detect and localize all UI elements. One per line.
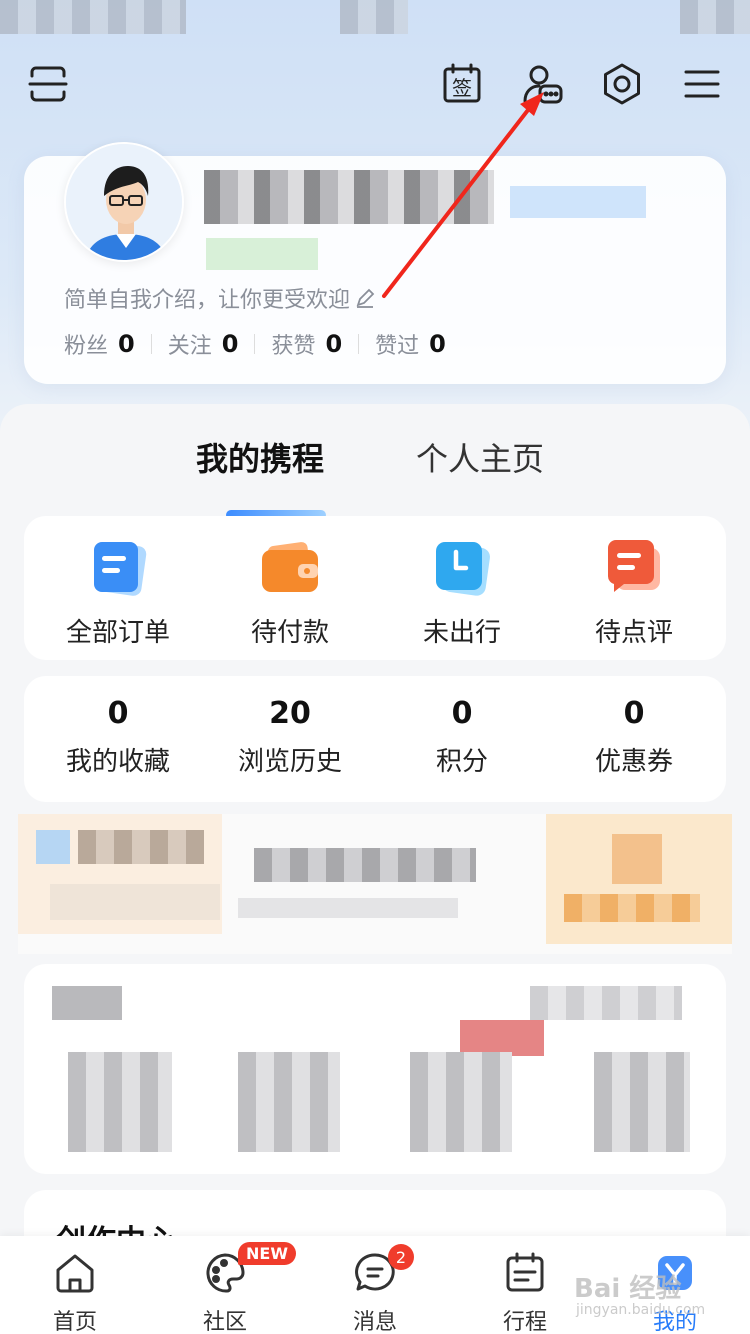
message-icon: 2 xyxy=(352,1244,414,1296)
count-history-number: 20 xyxy=(269,696,311,731)
home-icon xyxy=(52,1250,98,1296)
checkin-char: 签 xyxy=(452,76,472,100)
stat-following[interactable]: 关注 0 xyxy=(168,328,239,360)
grid-blur-badge xyxy=(460,1020,544,1056)
watermark-logo: Bai 经验 xyxy=(574,1274,682,1304)
status-bar xyxy=(0,0,750,40)
promo-blur-right-text xyxy=(564,894,700,922)
level-badge-blurred xyxy=(206,238,318,270)
grid-blur-item-2[interactable] xyxy=(238,1052,340,1152)
status-blur-left xyxy=(0,0,186,34)
scan-icon[interactable] xyxy=(20,56,76,112)
tab-personal-homepage[interactable]: 个人主页 xyxy=(416,434,544,480)
divider xyxy=(254,334,256,354)
promo-blur-mid-sub xyxy=(238,898,458,918)
count-points-number: 0 xyxy=(451,696,473,731)
count-history[interactable]: 20 浏览历史 xyxy=(202,696,378,778)
self-intro[interactable]: 简单自我介绍，让你更受欢迎 xyxy=(64,282,376,314)
order-pending-review[interactable]: 待点评 xyxy=(546,538,722,649)
divider xyxy=(150,334,152,354)
order-all[interactable]: 全部订单 xyxy=(30,538,206,649)
count-points[interactable]: 0 积分 xyxy=(374,696,550,778)
customer-service-icon[interactable] xyxy=(514,56,570,112)
count-coupons[interactable]: 0 优惠券 xyxy=(546,696,722,778)
promo-blur-left-text xyxy=(78,830,204,864)
nav-community[interactable]: NEW 社区 xyxy=(165,1242,296,1334)
count-history-label: 浏览历史 xyxy=(237,747,342,777)
menu-icon[interactable] xyxy=(674,56,730,112)
count-coupons-label: 优惠券 xyxy=(594,747,673,777)
promo-blur-left-sub xyxy=(50,884,220,920)
nav-home[interactable]: 首页 xyxy=(15,1250,135,1334)
nav-home-label: 首页 xyxy=(52,1310,97,1334)
tab-my-ctrip[interactable]: 我的携程 xyxy=(196,434,324,480)
promo-banner-blurred[interactable] xyxy=(18,814,732,954)
divider xyxy=(358,334,360,354)
nav-trips[interactable]: 行程 xyxy=(465,1250,585,1334)
order-pending-review-label: 待点评 xyxy=(594,618,673,648)
username-blurred xyxy=(204,170,494,224)
count-coupons-number: 0 xyxy=(623,696,645,731)
clock-icon xyxy=(432,538,492,598)
nav-trips-label: 行程 xyxy=(502,1310,547,1334)
order-pending-payment-label: 待付款 xyxy=(250,618,329,648)
order-all-label: 全部订单 xyxy=(65,618,170,648)
grid-blur-title xyxy=(52,986,122,1020)
comment-icon xyxy=(604,538,664,598)
stat-fans[interactable]: 粉丝 0 xyxy=(64,328,135,360)
stat-likes-given[interactable]: 赞过 0 xyxy=(375,328,446,360)
count-points-label: 积分 xyxy=(435,747,488,777)
counts-card: 0 我的收藏 20 浏览历史 0 积分 0 优惠券 xyxy=(24,676,726,802)
promo-blur-left-icon xyxy=(36,830,70,864)
order-pending-payment[interactable]: 待付款 xyxy=(202,538,378,649)
calendar-icon xyxy=(502,1250,548,1296)
avatar[interactable] xyxy=(64,142,184,262)
edit-icon xyxy=(356,288,375,308)
profile-stats: 粉丝 0 关注 0 获赞 0 赞过 0 xyxy=(64,328,446,360)
status-blur-center xyxy=(340,0,408,34)
message-count-badge: 2 xyxy=(388,1244,414,1270)
order-upcoming[interactable]: 未出行 xyxy=(374,538,550,649)
promo-blur-right-icon xyxy=(612,834,662,884)
grid-blur-item-4[interactable] xyxy=(594,1052,690,1152)
self-intro-text: 简单自我介绍，让你更受欢迎 xyxy=(64,288,351,313)
grid-blur-more xyxy=(530,986,682,1020)
nav-messages[interactable]: 2 消息 xyxy=(315,1244,435,1334)
settings-icon[interactable] xyxy=(594,56,650,112)
stat-likes-received[interactable]: 获赞 0 xyxy=(271,328,342,360)
all-orders-icon xyxy=(88,538,148,598)
nav-community-label: 社区 xyxy=(202,1310,247,1334)
order-upcoming-label: 未出行 xyxy=(422,618,501,648)
top-bar: 签 xyxy=(0,56,750,116)
orders-card: 全部订单 待付款 未出行 待点评 xyxy=(24,516,726,660)
checkin-icon[interactable]: 签 xyxy=(434,56,490,112)
member-badge-blurred xyxy=(510,186,646,218)
profile-card[interactable]: 简单自我介绍，让你更受欢迎 粉丝 0 关注 0 获赞 0 赞过 0 xyxy=(24,142,726,384)
services-grid-blurred xyxy=(24,964,726,1174)
new-badge: NEW xyxy=(238,1242,296,1265)
promo-blur-mid-text xyxy=(254,848,476,882)
status-blur-right xyxy=(680,0,750,34)
wallet-icon xyxy=(260,538,320,598)
grid-blur-item-1[interactable] xyxy=(68,1052,172,1152)
count-favorites[interactable]: 0 我的收藏 xyxy=(30,696,206,778)
count-favorites-number: 0 xyxy=(107,696,129,731)
watermark-url: jingyan.baidu.com xyxy=(576,1302,706,1318)
nav-messages-label: 消息 xyxy=(352,1310,397,1334)
grid-blur-item-3[interactable] xyxy=(410,1052,512,1152)
main-panel: 我的携程 个人主页 全部订单 待付款 未出行 待点评 0 我的收藏 20 浏览历… xyxy=(0,404,750,1334)
tab-bar: 我的携程 个人主页 xyxy=(0,434,750,520)
palette-icon: NEW xyxy=(202,1242,296,1296)
count-favorites-label: 我的收藏 xyxy=(65,747,170,777)
